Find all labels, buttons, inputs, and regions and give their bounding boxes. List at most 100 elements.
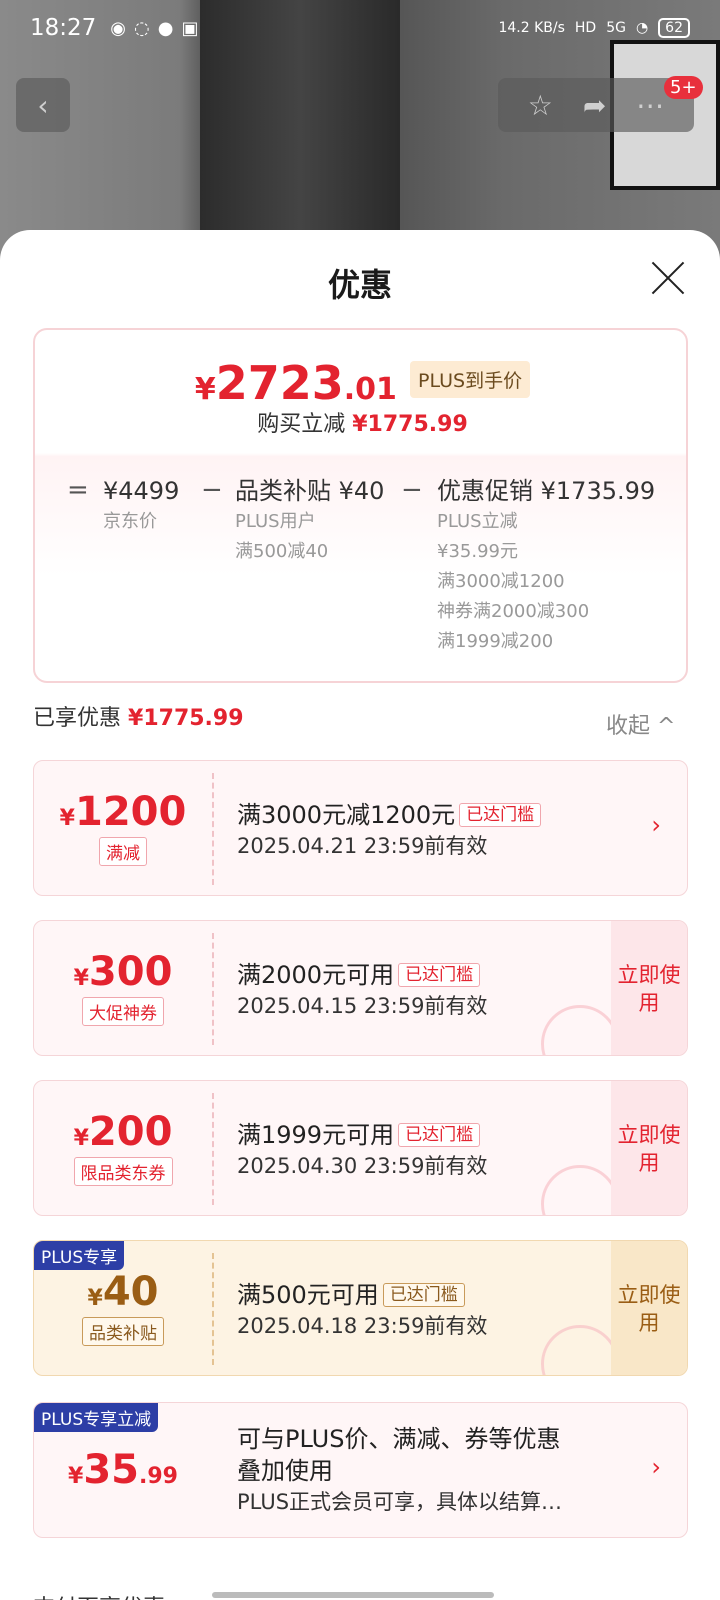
buy-reduce-value: ¥1775.99	[352, 412, 468, 437]
claimed-stamp-icon	[541, 1005, 619, 1055]
coupon-amount: 300	[88, 949, 173, 995]
category-subsidy-col: 品类补贴 ¥40 PLUS用户 满500减40	[235, 475, 384, 567]
cat-subsidy-label: 品类补贴	[235, 477, 331, 505]
buy-reduce-label: 购买立减	[257, 412, 346, 437]
coupon-amount: 35	[83, 1447, 139, 1493]
final-price: ¥2723.01 PLUS到手价	[35, 356, 686, 410]
coupon-title-line2: 叠加使用	[237, 1457, 333, 1485]
minus-sign-2: −	[401, 475, 423, 505]
enjoyed-label: 已享优惠	[33, 706, 122, 731]
cat-subsidy-note2: 满500减40	[235, 541, 329, 562]
plus-exclusive-label: PLUS专享	[34, 1241, 125, 1270]
coupon-card[interactable]: ¥300 大促神券 满2000元可用 已达门槛 2025.04.15 23:59前…	[33, 920, 688, 1056]
coupon-title: 满2000元可用	[237, 961, 395, 989]
back-button[interactable]: ‹	[16, 78, 70, 132]
footer-peek: 支付页享优惠	[33, 1590, 165, 1600]
app-notif-icon: ◉	[110, 17, 127, 39]
threshold-badge: 已达门槛	[398, 963, 481, 987]
discount-sheet: 优惠 ¥2723.01 PLUS到手价 购买立减 ¥1775.99 = ¥449…	[0, 230, 720, 1600]
status-bar: 18:27 ◉ ◌ ● ▣ 14.2 KB/s HD 5G ◔ 62	[0, 0, 720, 56]
promo-label: 优惠促销	[437, 477, 533, 505]
cat-subsidy-value: ¥40	[338, 477, 385, 505]
coupon-card[interactable]: ¥35.99 PLUS专享立减 可与PLUS价、满减、券等优惠 叠加使用 PLU…	[33, 1402, 688, 1538]
use-now-button[interactable]: 立即使用	[611, 1241, 687, 1375]
more-icon[interactable]: ⋯	[636, 89, 664, 122]
notification-icons: ◉ ◌ ● ▣	[110, 18, 198, 39]
news-icon: ▣	[181, 17, 199, 39]
close-icon[interactable]	[650, 260, 686, 296]
jd-price: ¥4499	[103, 477, 180, 505]
promo-col: 优惠促销 ¥1735.99 PLUS立减 ¥35.99元 满3000减1200 …	[437, 475, 655, 657]
promo-note5: 满1999减200	[437, 631, 554, 652]
chat-icon: ●	[157, 17, 174, 39]
coupon-kind: 品类补贴	[82, 1317, 164, 1346]
price-summary: ¥2723.01 PLUS到手价 购买立减 ¥1775.99 = ¥4499 京…	[33, 328, 688, 683]
coupon-validity: 2025.04.18 23:59前有效	[237, 1314, 488, 1338]
coupon-body: 满1999元可用 已达门槛 2025.04.30 23:59前有效	[237, 1119, 487, 1181]
net-speed: 14.2 KB/s	[498, 20, 565, 36]
network-type: 5G	[606, 20, 626, 36]
currency-symbol: ¥	[194, 372, 216, 407]
home-indicator[interactable]	[212, 1592, 494, 1598]
coupon-body: 满2000元可用 已达门槛 2025.04.15 23:59前有效	[237, 959, 487, 1021]
plus-exclusive-label: PLUS专享立减	[34, 1403, 159, 1432]
coupon-note: PLUS正式会员可享，具体以结算…	[237, 1490, 563, 1514]
coupon-amount-area: ¥200 限品类东券	[73, 1109, 173, 1186]
chevron-right-icon[interactable]: ›	[651, 1453, 661, 1481]
status-right: 14.2 KB/s HD 5G ◔ 62	[498, 18, 690, 38]
coupon-body: 满3000元减1200元 已达门槛 2025.04.21 23:59前有效	[237, 799, 542, 861]
equals-sign: =	[67, 475, 89, 505]
coupon-amount: 200	[88, 1109, 173, 1155]
coupon-title-line1: 可与PLUS价、满减、券等优惠	[237, 1425, 561, 1453]
promo-note2: ¥35.99元	[437, 541, 518, 562]
coupon-divider	[212, 1093, 214, 1205]
favorite-star-icon[interactable]: ☆	[528, 89, 553, 122]
use-now-button[interactable]: 立即使用	[611, 1081, 687, 1215]
battery-level: 62	[658, 18, 690, 38]
coupon-body: 可与PLUS价、满减、券等优惠 叠加使用 PLUS正式会员可享，具体以结算…	[237, 1423, 562, 1517]
coupon-kind: 限品类东券	[73, 1157, 173, 1186]
coupon-body: 满500元可用 已达门槛 2025.04.18 23:59前有效	[237, 1279, 487, 1341]
coupon-divider	[212, 933, 214, 1045]
promo-note1: PLUS立减	[437, 511, 518, 532]
promo-note3: 满3000减1200	[437, 571, 565, 592]
jd-price-col: ¥4499 京东价	[103, 475, 179, 537]
enjoyed-discount: 已享优惠 ¥1775.99	[33, 700, 244, 732]
coupon-title: 满1999元可用	[237, 1121, 395, 1149]
minus-sign-1: −	[201, 475, 223, 505]
claimed-stamp-icon	[541, 1325, 619, 1375]
buy-reduce: 购买立减 ¥1775.99	[35, 406, 686, 438]
coupon-card[interactable]: ¥200 限品类东券 满1999元可用 已达门槛 2025.04.30 23:59…	[33, 1080, 688, 1216]
cat-subsidy-note1: PLUS用户	[235, 511, 316, 532]
coupon-card[interactable]: ¥40 品类补贴 PLUS专享 满500元可用 已达门槛 2025.04.18 2…	[33, 1240, 688, 1376]
coupon-validity: 2025.04.21 23:59前有效	[237, 834, 488, 858]
chevron-right-icon[interactable]: ›	[651, 811, 661, 839]
back-arrow-icon: ‹	[37, 88, 49, 122]
coupon-divider	[212, 1253, 214, 1365]
coupon-card[interactable]: ¥1200 满减 满3000元减1200元 已达门槛 2025.04.21 23:…	[33, 760, 688, 896]
claimed-stamp-icon	[541, 1165, 619, 1215]
coupon-amount: 1200	[74, 789, 187, 835]
promo-value: ¥1735.99	[540, 477, 656, 505]
jd-price-label: 京东价	[103, 511, 157, 532]
status-time: 18:27	[30, 15, 97, 41]
share-icon[interactable]: ➦	[583, 89, 606, 122]
price-integer: 2723	[215, 356, 344, 410]
coupon-divider	[212, 773, 214, 885]
plus-price-tag: PLUS到手价	[410, 361, 531, 398]
sync-icon: ◌	[134, 17, 150, 39]
collapse-button[interactable]: 收起 ^	[606, 708, 675, 740]
coupon-title: 满500元可用	[237, 1281, 379, 1309]
threshold-badge: 已达门槛	[459, 803, 542, 827]
coupon-validity: 2025.04.15 23:59前有效	[237, 994, 488, 1018]
promo-note4: 神券满2000减300	[437, 601, 590, 622]
coupon-title: 满3000元减1200元	[237, 801, 456, 829]
use-now-button[interactable]: 立即使用	[611, 921, 687, 1055]
price-decimal: .01	[343, 372, 397, 407]
enjoyed-value: ¥1775.99	[128, 706, 244, 731]
wifi-icon: ◔	[635, 20, 649, 36]
coupon-amount: 40	[102, 1269, 159, 1315]
threshold-badge: 已达门槛	[382, 1283, 465, 1307]
sheet-title: 优惠	[327, 266, 392, 304]
coupon-kind: 大促神券	[82, 997, 164, 1026]
